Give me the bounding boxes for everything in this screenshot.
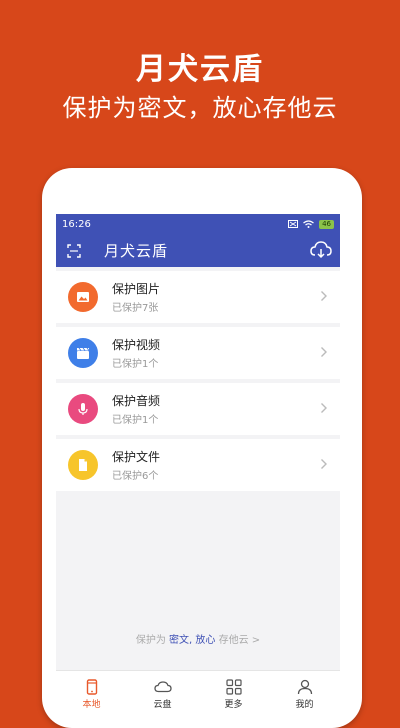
app-bar: 月犬云盾 (56, 234, 340, 267)
footer-suffix: 存他云 (218, 635, 249, 646)
battery-indicator: 46 (319, 219, 334, 229)
list-item-images[interactable]: 保护图片 已保护7张 (56, 271, 340, 323)
item-title: 保护音频 (112, 394, 161, 408)
chevron-right-icon (321, 291, 327, 301)
app-title: 月犬云盾 (104, 242, 169, 260)
scan-icon[interactable] (56, 243, 92, 258)
tab-local[interactable]: 本地 (56, 671, 127, 711)
item-subtitle: 已保护1个 (112, 415, 159, 426)
item-subtitle: 已保护7张 (112, 303, 159, 314)
promo-title: 月犬云盾 (136, 52, 264, 87)
clapperboard-icon (68, 338, 98, 368)
protect-list: 保护图片 已保护7张 保护视频 已保护1个 保护音频 已保护1个 保护文件 已保… (56, 271, 340, 491)
item-title: 保护图片 (112, 282, 161, 296)
footer-highlight-ciphertext: 密文 (169, 635, 190, 646)
list-item-videos[interactable]: 保护视频 已保护1个 (56, 327, 340, 379)
list-item-audio[interactable]: 保护音频 已保护1个 (56, 383, 340, 435)
tab-cloud[interactable]: 云盘 (127, 671, 198, 711)
cloud-upload-icon[interactable] (310, 240, 332, 264)
status-time: 16:26 (62, 218, 91, 230)
footer-arrow: > (251, 635, 261, 646)
footer-highlight-relax: 放心 (195, 635, 216, 646)
item-subtitle: 已保护1个 (112, 359, 159, 370)
bottom-tab-bar: 本地 云盘 更多 我的 (56, 670, 340, 711)
footer-prefix: 保护为 (135, 635, 166, 646)
chevron-right-icon (321, 403, 327, 413)
file-icon (68, 450, 98, 480)
footer-note-link[interactable]: 保护为 密文, 放心 存他云 > (56, 631, 340, 646)
grid-icon (225, 679, 242, 695)
list-item-files[interactable]: 保护文件 已保护6个 (56, 439, 340, 491)
chevron-right-icon (321, 459, 327, 469)
cloud-icon (153, 681, 172, 693)
tab-more[interactable]: 更多 (198, 671, 269, 711)
tab-label: 我的 (295, 700, 314, 710)
footer-comma: , (189, 635, 193, 646)
phone-screen: 16:26 46 月犬云盾 保护图片 已保护7张 保护视频 已保护1个 保护音频… (56, 214, 340, 711)
tab-label: 更多 (224, 700, 243, 710)
wifi-icon (303, 220, 314, 228)
image-icon (68, 282, 98, 312)
promo-subtitle: 保护为密文，放心存他云 (62, 94, 338, 122)
chevron-right-icon (321, 347, 327, 357)
tab-label: 云盘 (153, 700, 172, 710)
person-icon (297, 679, 312, 695)
item-subtitle: 已保护6个 (112, 471, 159, 482)
tab-label: 本地 (82, 700, 101, 710)
status-bar: 16:26 46 (56, 214, 340, 234)
item-title: 保护文件 (112, 450, 161, 464)
tab-mine[interactable]: 我的 (269, 671, 340, 711)
phone-icon (86, 679, 97, 695)
item-title: 保护视频 (112, 338, 161, 352)
notification-icon (288, 220, 299, 228)
status-icons: 46 (288, 219, 334, 229)
microphone-icon (68, 394, 98, 424)
